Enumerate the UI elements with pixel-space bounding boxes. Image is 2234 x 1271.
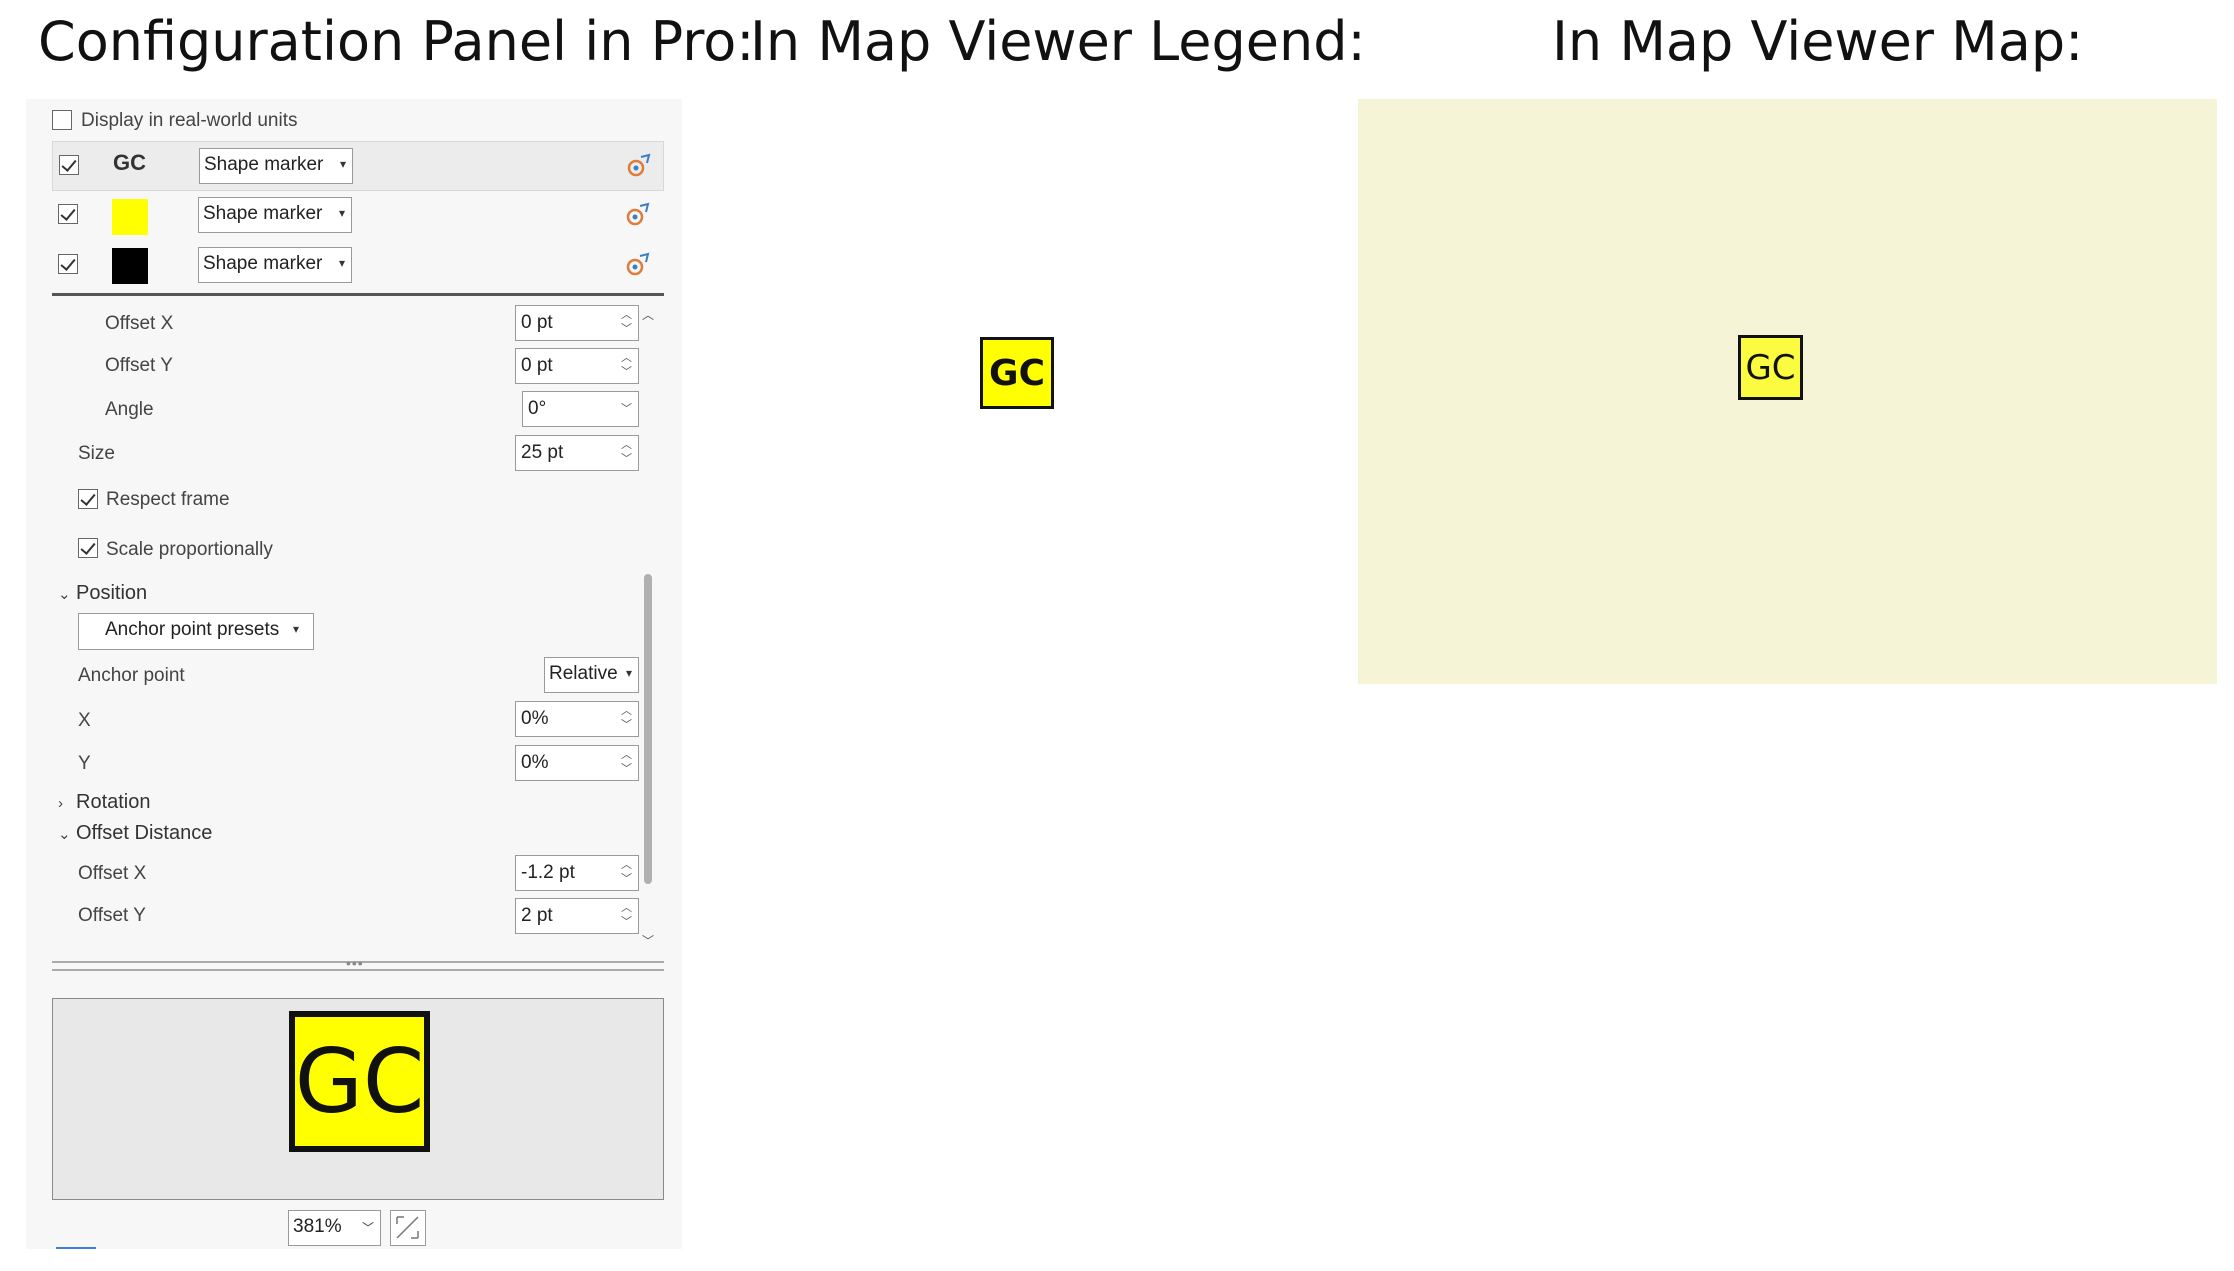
layers-divider: [52, 293, 664, 296]
rotation-section-header[interactable]: › Rotation: [58, 791, 151, 814]
config-panel-heading: Configuration Panel in Pro:: [38, 10, 755, 73]
layer-type-dropdown[interactable]: Shape marker ▾: [198, 247, 352, 283]
offset-x-label: Offset X: [105, 313, 174, 334]
spinner-arrows-icon[interactable]: ︿ ﹀: [621, 351, 632, 379]
spinner-arrows-icon[interactable]: ︿ ﹀: [621, 308, 632, 336]
symbol-preview: GC: [52, 998, 664, 1200]
layer-settings-icon[interactable]: [625, 153, 651, 179]
preview-marker-text: GC: [294, 1030, 425, 1133]
anchor-point-value: Relative: [549, 663, 618, 684]
spinner-arrows-icon[interactable]: ︿ ﹀: [621, 858, 632, 886]
spinner-arrows-icon[interactable]: ︿ ﹀: [621, 438, 632, 466]
layer-settings-icon[interactable]: [624, 252, 650, 278]
scroll-down-icon[interactable]: ﹀: [642, 932, 654, 949]
offset-y-label: Offset Y: [105, 355, 173, 376]
layer-color-swatch: [112, 248, 148, 284]
respect-frame-label: Respect frame: [106, 489, 230, 510]
layer-settings-icon[interactable]: [624, 202, 650, 228]
scale-proportionally-checkbox[interactable]: [78, 538, 98, 558]
zoom-value: 381%: [293, 1216, 342, 1237]
scroll-up-icon[interactable]: ︿: [642, 306, 654, 323]
position-y-input[interactable]: 0% ︿ ﹀: [515, 745, 639, 781]
size-input[interactable]: 25 pt ︿ ﹀: [515, 435, 639, 471]
position-title: Position: [76, 582, 148, 604]
offset-y-input[interactable]: 0 pt ︿ ﹀: [515, 348, 639, 384]
map-view[interactable]: GC: [1358, 99, 2217, 684]
scale-proportionally-label: Scale proportionally: [106, 539, 273, 560]
spinner-arrows-icon[interactable]: ︿ ﹀: [621, 901, 632, 929]
chevron-down-icon: ﹀: [621, 403, 632, 415]
legend-marker-text: GC: [989, 352, 1045, 394]
layer-visibility-checkbox[interactable]: [59, 155, 79, 175]
legend-marker: GC: [980, 337, 1054, 409]
caret-down-icon: ▾: [292, 622, 299, 636]
layer-type-dropdown[interactable]: Shape marker ▾: [199, 148, 353, 184]
anchor-presets-label: Anchor point presets: [105, 619, 280, 640]
layer-type-value: Shape marker: [203, 203, 323, 224]
display-real-world-checkbox[interactable]: [52, 110, 72, 130]
offset-distance-x-value: -1.2 pt: [521, 862, 575, 883]
layer-type-value: Shape marker: [203, 253, 323, 274]
offset-x-input[interactable]: 0 pt ︿ ﹀: [515, 305, 639, 341]
offset-distance-x-input[interactable]: -1.2 pt ︿ ﹀: [515, 855, 639, 891]
display-real-world-label: Display in real-world units: [81, 110, 298, 131]
anchor-point-label: Anchor point: [78, 665, 185, 686]
offset-y-value: 0 pt: [521, 355, 553, 376]
spinner-arrows-icon[interactable]: ︿ ﹀: [621, 704, 632, 732]
configuration-panel: Display in real-world units GC Shape mar…: [26, 99, 682, 1249]
angle-label: Angle: [105, 399, 154, 420]
scrollbar-thumb[interactable]: [644, 574, 652, 884]
properties-scrollbar[interactable]: ︿ ﹀: [640, 304, 656, 950]
layer-text-swatch: GC: [113, 150, 146, 175]
spinner-arrows-icon[interactable]: ︿ ﹀: [621, 748, 632, 776]
offset-distance-y-input[interactable]: 2 pt ︿ ﹀: [515, 898, 639, 934]
offset-distance-section-header[interactable]: ⌄ Offset Distance: [58, 822, 212, 845]
caret-down-icon: ▾: [339, 157, 346, 171]
angle-value: 0°: [528, 398, 547, 419]
position-x-value: 0%: [521, 708, 549, 729]
preview-marker: GC: [289, 1011, 430, 1152]
layer-visibility-checkbox[interactable]: [58, 204, 78, 224]
offset-distance-x-label: Offset X: [78, 863, 147, 884]
anchor-point-dropdown[interactable]: Relative ▾: [544, 657, 639, 693]
caret-down-icon: ▾: [338, 256, 345, 270]
chevron-down-icon: ⌄: [58, 826, 71, 843]
layer-color-swatch: [112, 199, 148, 235]
splitter-grip-icon[interactable]: •••: [346, 955, 364, 971]
respect-frame-checkbox[interactable]: [78, 489, 98, 509]
map-heading: In Map Viewer Map:: [1552, 10, 2084, 73]
size-value: 25 pt: [521, 442, 564, 463]
map-marker[interactable]: GC: [1738, 335, 1803, 400]
offset-distance-title: Offset Distance: [76, 822, 213, 844]
layer-visibility-checkbox[interactable]: [58, 254, 78, 274]
zoom-fit-icon: [396, 1216, 419, 1239]
chevron-down-icon: ⌄: [58, 586, 71, 603]
position-section-header[interactable]: ⌄ Position: [58, 582, 147, 605]
fit-zoom-button[interactable]: [390, 1210, 426, 1246]
angle-dropdown[interactable]: 0° ﹀: [522, 391, 639, 427]
offset-distance-y-value: 2 pt: [521, 905, 553, 926]
position-x-label: X: [78, 710, 91, 731]
chevron-right-icon: ›: [58, 795, 63, 812]
symbol-layer-row[interactable]: Shape marker ▾: [52, 241, 664, 291]
anchor-point-presets-button[interactable]: Anchor point presets ▾: [78, 613, 314, 650]
size-label: Size: [78, 443, 115, 464]
symbol-layer-row[interactable]: Shape marker ▾: [52, 191, 664, 241]
position-y-value: 0%: [521, 752, 549, 773]
legend-heading: In Map Viewer Legend:: [750, 10, 1366, 73]
rotation-title: Rotation: [76, 791, 151, 813]
chevron-down-icon: ﹀: [361, 1221, 374, 1235]
symbol-layer-row[interactable]: GC Shape marker ▾: [52, 141, 664, 191]
offset-x-value: 0 pt: [521, 312, 553, 333]
layer-type-dropdown[interactable]: Shape marker ▾: [198, 197, 352, 233]
tab-indicator: [56, 1247, 96, 1249]
caret-down-icon: ▾: [338, 206, 345, 220]
offset-distance-y-label: Offset Y: [78, 905, 146, 926]
layer-type-value: Shape marker: [204, 154, 324, 175]
zoom-dropdown[interactable]: 381% ﹀: [288, 1210, 381, 1246]
position-y-label: Y: [78, 753, 91, 774]
map-marker-text: GC: [1745, 347, 1796, 388]
caret-down-icon: ▾: [625, 666, 632, 680]
position-x-input[interactable]: 0% ︿ ﹀: [515, 701, 639, 737]
